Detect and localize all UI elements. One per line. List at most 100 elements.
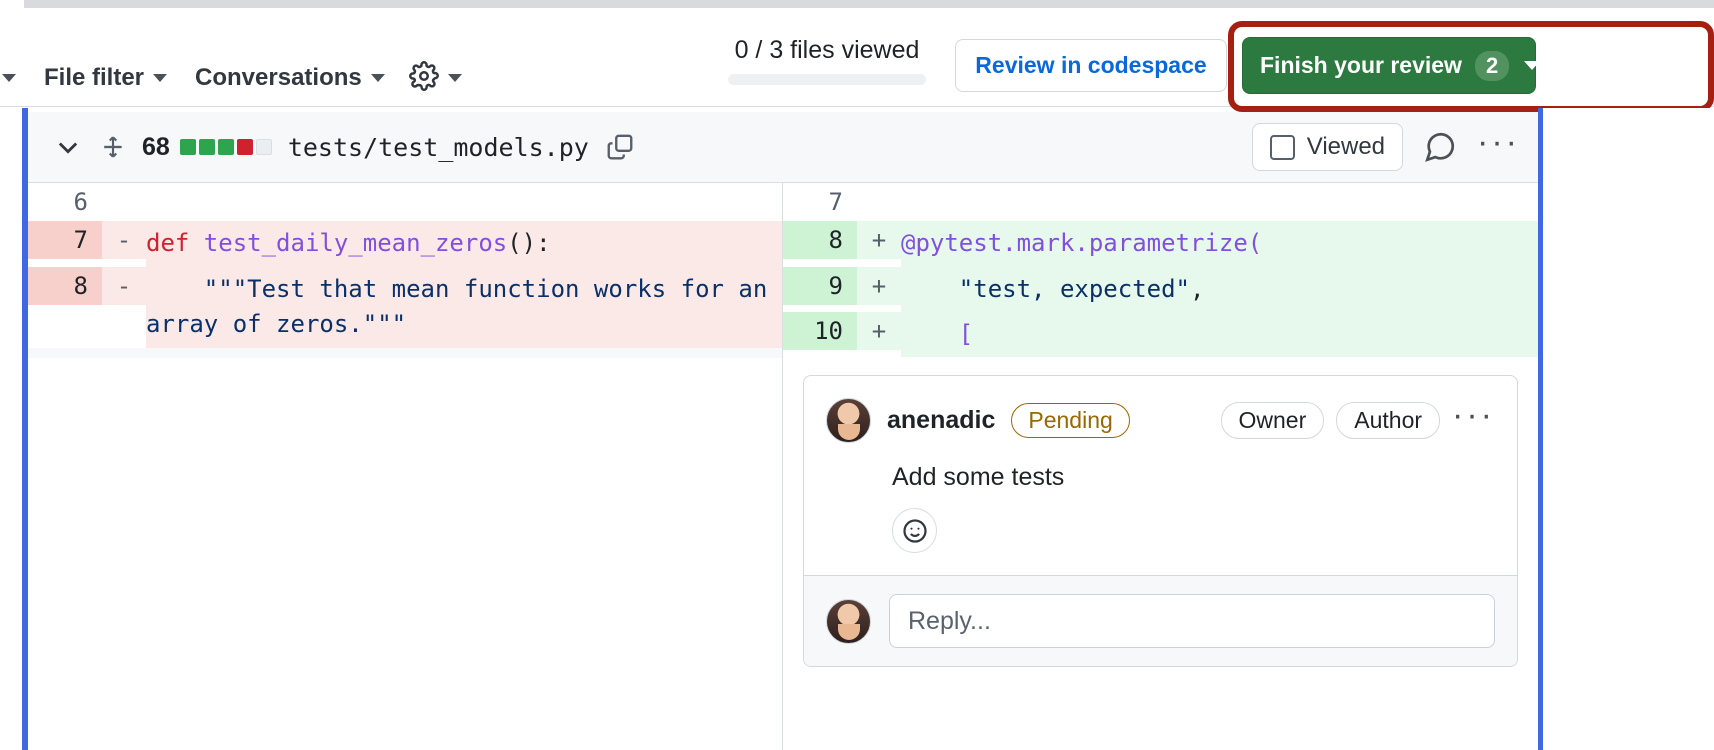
- diff-settings-dropdown[interactable]: [399, 57, 472, 100]
- review-in-codespace-button[interactable]: Review in codespace: [955, 39, 1227, 92]
- diff-row[interactable]: 7: [783, 183, 1538, 221]
- left-margin: [0, 108, 22, 750]
- add-reaction-button[interactable]: [892, 508, 937, 553]
- line-code: [146, 183, 782, 193]
- finish-your-review-label: Finish your review: [1260, 52, 1462, 78]
- chevron-down-icon: [153, 74, 168, 82]
- copy-path-button[interactable]: [605, 132, 635, 162]
- checkbox-icon[interactable]: [1269, 134, 1295, 160]
- line-number: 7: [783, 183, 857, 221]
- finish-your-review-button[interactable]: Finish your review 2: [1242, 37, 1541, 94]
- avatar: [826, 398, 871, 443]
- file-filter-dropdown[interactable]: File filter: [30, 60, 181, 96]
- diff-column-original: 6 7 - def test_daily_mean_zeros(): 8 - "…: [28, 183, 783, 750]
- line-code: [: [901, 312, 1538, 358]
- file-header-actions: Viewed ···: [1251, 123, 1520, 171]
- reply-input[interactable]: Reply...: [889, 594, 1495, 648]
- line-number: 8: [783, 221, 857, 259]
- files-viewed-label: 0 / 3 files viewed: [734, 36, 920, 64]
- status-badge: Pending: [1011, 403, 1130, 438]
- file-more-menu-button[interactable]: ···: [1477, 125, 1520, 161]
- code-token: test_daily_mean_zeros: [203, 229, 508, 257]
- code-token: """Test that mean function works for an …: [146, 274, 782, 339]
- line-code: [901, 183, 1538, 193]
- line-number: 8: [28, 266, 102, 305]
- pending-comment-count: 2: [1474, 50, 1510, 81]
- line-marker: +: [857, 312, 901, 351]
- comment-header-actions: Owner Author ···: [1220, 398, 1495, 439]
- page-top-strip-gap: [0, 0, 24, 8]
- file-change-count: 68: [142, 132, 170, 161]
- toolbar-leading-caret[interactable]: [0, 70, 30, 86]
- avatar: [826, 598, 871, 644]
- code-token: ():: [507, 229, 551, 257]
- viewed-checkbox-button[interactable]: Viewed: [1251, 123, 1404, 171]
- chevron-down-icon: [447, 74, 462, 82]
- diffstat-square-neutral: [255, 139, 272, 155]
- comment-reactions: [804, 492, 1517, 575]
- line-number: [28, 347, 102, 358]
- code-token: def: [146, 229, 204, 257]
- conversations-label: Conversations: [195, 64, 362, 91]
- diff-toolbar: File filter Conversations 0 / 3 files vi…: [0, 8, 1714, 112]
- line-code: [146, 347, 782, 358]
- file-path-link[interactable]: tests/test_models.py: [288, 133, 589, 162]
- review-in-codespace-label: Review in codespace: [975, 52, 1207, 78]
- line-marker: -: [102, 266, 146, 305]
- diff-row[interactable]: 9 + "test, expected",: [783, 266, 1538, 313]
- comment-icon: [1425, 132, 1455, 162]
- line-code: @pytest.mark.parametrize(: [901, 221, 1538, 267]
- inline-comment-thread: anenadic Pending Owner Author ··· Add so…: [783, 357, 1538, 667]
- move-vertical-icon: [104, 136, 122, 158]
- viewed-label: Viewed: [1306, 133, 1386, 160]
- copy-icon: [607, 134, 633, 160]
- comment-more-menu-button[interactable]: ···: [1452, 398, 1495, 434]
- line-marker: [102, 347, 146, 358]
- line-number: 10: [783, 312, 857, 351]
- diff-row[interactable]: 8 - """Test that mean function works for…: [28, 266, 782, 348]
- code-token: @pytest.mark.parametrize(: [901, 229, 1263, 257]
- diffstat-square-add-1: [179, 139, 196, 155]
- reply-row: Reply...: [804, 575, 1517, 666]
- smiley-face-icon: [902, 518, 927, 543]
- role-badge-author[interactable]: Author: [1336, 402, 1441, 439]
- right-margin: [1543, 108, 1714, 750]
- comment-body: Add some tests: [892, 463, 1065, 491]
- line-code: """Test that mean function works for an …: [146, 266, 782, 348]
- file-drag-handle[interactable]: [90, 130, 136, 164]
- line-marker: +: [857, 221, 901, 259]
- diff-row[interactable]: 7 - def test_daily_mean_zeros():: [28, 221, 782, 267]
- diffstat-square-add-3: [217, 139, 234, 155]
- line-number: 9: [783, 266, 857, 305]
- gear-icon: [408, 60, 439, 96]
- page-top-strip: [0, 0, 1714, 8]
- toolbar-left-group: File filter Conversations: [0, 56, 472, 100]
- diff-row[interactable]: 10 + [: [783, 312, 1538, 358]
- line-code: def test_daily_mean_zeros():: [146, 221, 782, 267]
- file-comment-button[interactable]: [1419, 126, 1461, 168]
- line-marker: [857, 183, 901, 193]
- chevron-down-icon: [370, 74, 385, 82]
- code-token: ,: [1189, 274, 1205, 303]
- file-collapse-toggle[interactable]: [46, 129, 90, 165]
- comment-card: anenadic Pending Owner Author ··· Add so…: [803, 375, 1518, 667]
- line-code: "test, expected",: [901, 266, 1538, 313]
- line-marker: [102, 183, 146, 193]
- files-viewed-status: 0 / 3 files viewed: [722, 36, 932, 85]
- diff-row[interactable]: 8 + @pytest.mark.parametrize(: [783, 221, 1538, 267]
- diff-row[interactable]: 6: [28, 183, 782, 221]
- line-marker: +: [857, 266, 901, 305]
- code-token: [: [958, 320, 974, 349]
- code-token: "test, expected": [958, 274, 1190, 303]
- role-badge-owner[interactable]: Owner: [1220, 402, 1325, 439]
- file-header: 68 tests/test_models.py Viewed ···: [28, 112, 1538, 183]
- conversations-dropdown[interactable]: Conversations: [181, 60, 399, 96]
- comment-author[interactable]: anenadic: [887, 406, 995, 435]
- diffstat-square-add-2: [198, 139, 215, 155]
- chevron-down-icon: [1524, 61, 1541, 70]
- file-filter-label: File filter: [44, 64, 145, 91]
- line-number: 6: [28, 183, 102, 221]
- diffstat-square-del-1: [236, 139, 253, 155]
